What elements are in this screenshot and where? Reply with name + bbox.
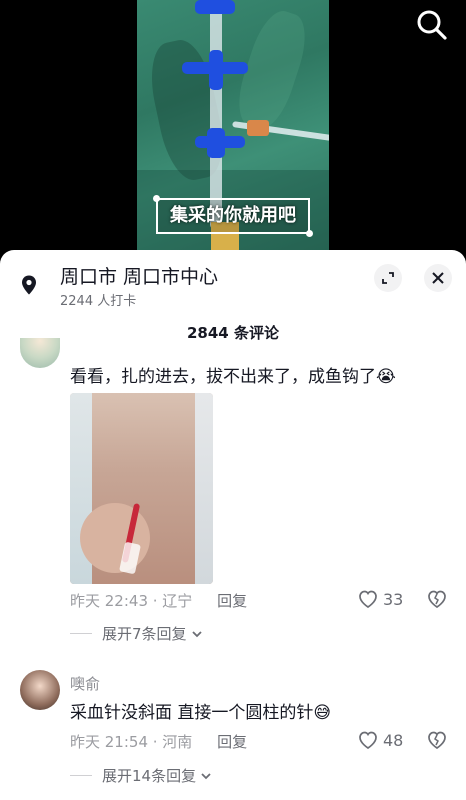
search-icon	[417, 10, 447, 40]
broken-heart-icon	[428, 731, 446, 750]
video-tube	[210, 0, 222, 230]
search-button[interactable]	[414, 7, 450, 43]
comment-meta: 昨天 22:43 · 辽宁 回复	[70, 590, 247, 611]
comment-sheet: 周口市 周口市中心 2244 人打卡 2844 条评论 看看，扎的进去，拔不出来…	[0, 250, 466, 800]
comment-text: 采血针没斜面 直接一个圆柱的针😅	[70, 703, 332, 723]
like-count: 33	[383, 589, 404, 609]
video-valve	[209, 50, 223, 90]
comment-username[interactable]: 噢俞	[70, 673, 100, 694]
video-caption-text: 集采的你就用吧	[170, 205, 296, 226]
location-pin-icon	[18, 274, 40, 296]
chevron-down-icon	[191, 630, 202, 637]
comment-count: 2844 条评论	[187, 324, 279, 342]
close-button[interactable]	[424, 264, 452, 292]
video-caption: 集采的你就用吧	[153, 195, 313, 237]
location-title[interactable]: 周口市 周口市中心	[60, 262, 218, 289]
caption-handle	[306, 230, 313, 237]
comment-text: 看看，扎的进去，拔不出来了，成鱼钩了😭	[70, 367, 396, 387]
heart-icon	[359, 590, 377, 609]
video-cap	[247, 120, 269, 136]
expand-replies-label: 展开14条回复	[102, 767, 197, 785]
comment-photo[interactable]	[70, 393, 213, 584]
expand-button[interactable]	[374, 264, 402, 292]
close-icon	[432, 272, 444, 284]
comment-meta: 昨天 21:54 · 河南 回复	[70, 731, 247, 752]
commenter-avatar[interactable]	[20, 338, 60, 368]
like-count: 48	[383, 730, 404, 750]
comment-time-location: 昨天 21:54 · 河南	[70, 733, 193, 751]
expand-icon	[382, 272, 394, 284]
commenter-avatar[interactable]	[20, 670, 60, 710]
video-valve	[195, 0, 235, 14]
expand-replies-label: 展开7条回复	[102, 625, 187, 643]
dislike-button[interactable]	[426, 589, 448, 611]
reply-button[interactable]: 回复	[217, 592, 247, 610]
broken-heart-icon	[428, 590, 446, 609]
video-valve	[195, 136, 245, 148]
location-checkins: 2244 人打卡	[60, 294, 137, 309]
comment-time-location: 昨天 22:43 · 辽宁	[70, 592, 193, 610]
like-button[interactable]: 33	[357, 589, 403, 609]
heart-icon	[359, 731, 377, 750]
like-button[interactable]: 48	[357, 730, 403, 750]
chevron-down-icon	[201, 772, 211, 779]
video-player[interactable]: 集采的你就用吧	[0, 0, 466, 268]
expand-replies-button[interactable]: 展开14条回复	[70, 765, 213, 786]
expand-replies-button[interactable]: 展开7条回复	[70, 623, 204, 644]
reply-button[interactable]: 回复	[217, 733, 247, 751]
dislike-button[interactable]	[426, 730, 448, 752]
caption-handle	[153, 195, 160, 202]
